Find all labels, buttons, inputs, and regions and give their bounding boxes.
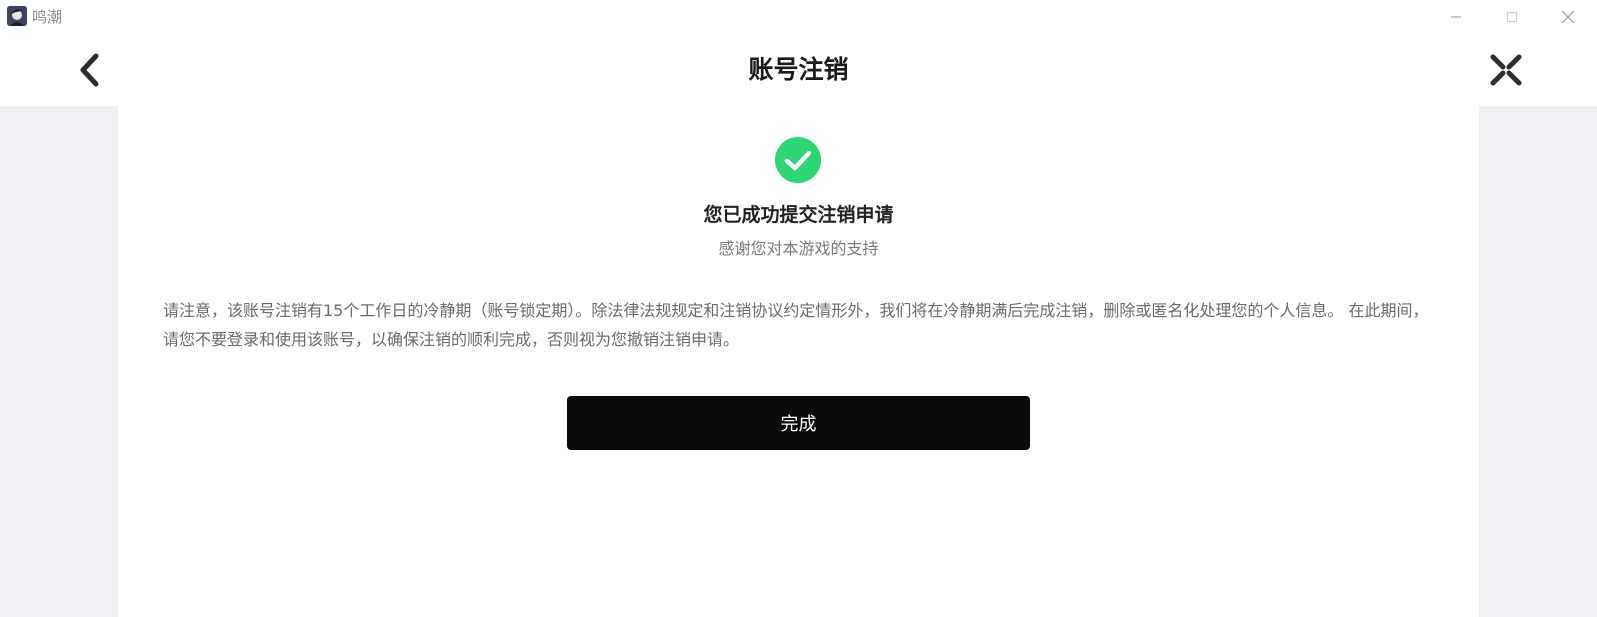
close-icon xyxy=(1561,10,1575,24)
cooling-period-notice: 请注意，该账号注销有15个工作日的冷静期（账号锁定期）。除法律法规规定和注销协议… xyxy=(163,301,1429,349)
minimize-icon xyxy=(1451,16,1461,18)
window-title: 鸣潮 xyxy=(32,8,63,26)
check-circle-icon xyxy=(775,137,821,183)
success-subtitle: 感谢您对本游戏的支持 xyxy=(718,239,879,258)
success-title: 您已成功提交注销申请 xyxy=(703,204,894,226)
window-close-button[interactable] xyxy=(1540,0,1596,34)
maximize-icon xyxy=(1507,12,1517,22)
minimize-button[interactable] xyxy=(1428,0,1484,34)
game-avatar-icon xyxy=(7,6,27,26)
maximize-button[interactable] xyxy=(1484,0,1540,34)
result-panel: 您已成功提交注销申请 感谢您对本游戏的支持 请注意，该账号注销有15个工作日的冷… xyxy=(118,106,1479,617)
close-x-icon xyxy=(1490,54,1522,86)
window-titlebar: 鸣潮 xyxy=(0,0,1597,34)
page-header: 账号注销 xyxy=(0,34,1597,106)
close-page-button[interactable] xyxy=(1488,52,1524,88)
page-title: 账号注销 xyxy=(748,55,849,84)
done-button[interactable]: 完成 xyxy=(567,396,1030,450)
